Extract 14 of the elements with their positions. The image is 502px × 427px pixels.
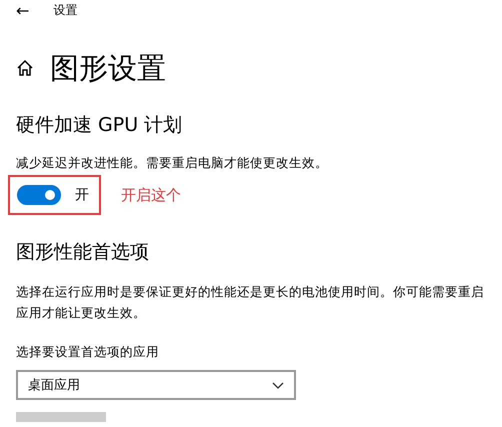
chevron-down-icon [272,382,284,388]
toggle-label: 开 [75,186,89,204]
toggle-switch[interactable] [17,185,61,205]
section-heading: 图形性能首选项 [16,240,150,265]
back-button[interactable]: ← [16,0,30,20]
annotation-text: 开启这个 [121,186,181,204]
app-type-dropdown[interactable]: 桌面应用 [16,370,296,400]
select-label: 选择要设置首选项的应用 [16,343,160,361]
home-icon[interactable] [16,59,34,77]
section-description: 减少延迟并改进性能。需要重启电脑才能使更改生效。 [16,154,329,172]
app-title: 设置 [53,2,78,18]
section-description: 选择在运行应用时是要保证更好的性能还是更长的电池使用时间。你可能需要重启应用才能让更改生效。 [16,283,485,322]
section-heading: 硬件加速 GPU 计划 [16,113,184,138]
page-title: 图形设置 [50,50,166,86]
